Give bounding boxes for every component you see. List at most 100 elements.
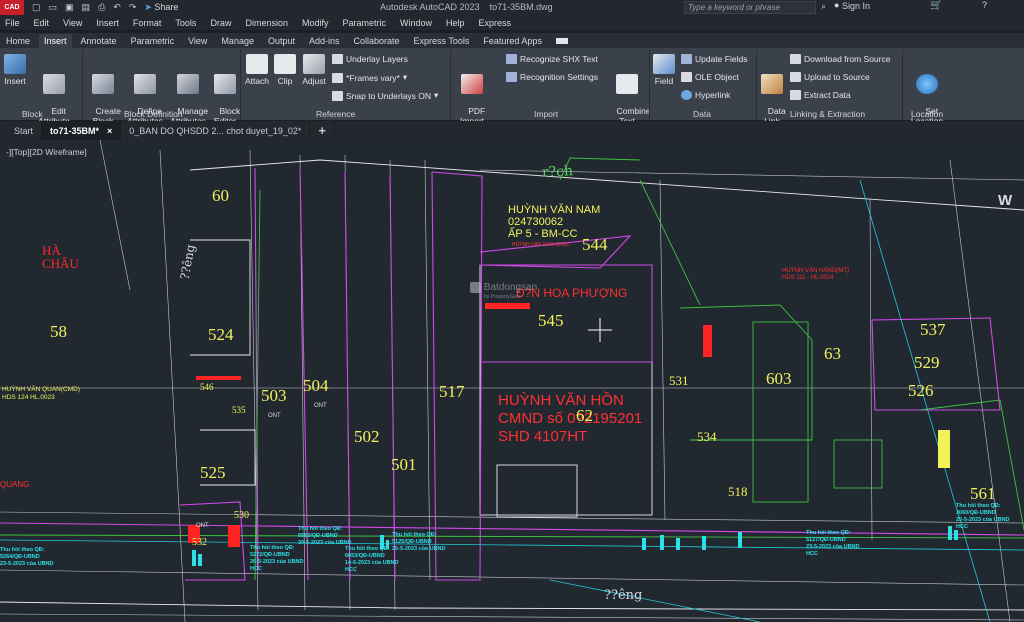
lot-number: 561 bbox=[970, 484, 996, 503]
ribbon-panel: Insert Edit Attribute Create Block Defin… bbox=[0, 48, 1024, 126]
menu-view[interactable]: View bbox=[63, 18, 82, 28]
lot-number: 62 bbox=[576, 406, 593, 425]
attach-icon bbox=[246, 54, 268, 74]
extract-data-button[interactable]: Extract Data bbox=[790, 90, 851, 100]
tab-insert[interactable]: Insert bbox=[39, 33, 72, 48]
print-icon[interactable]: ⎙ bbox=[98, 2, 105, 13]
lot-number: 501 bbox=[391, 455, 417, 474]
combine-text-icon bbox=[616, 74, 638, 94]
extract-data-icon bbox=[790, 90, 801, 100]
lot-number: 532 bbox=[192, 537, 207, 548]
ole-object-button[interactable]: OLE Object bbox=[681, 72, 739, 82]
tab-manage[interactable]: Manage bbox=[221, 36, 254, 46]
tab-start[interactable]: Start bbox=[0, 121, 43, 140]
upload-to-source-button[interactable]: Upload to Source bbox=[790, 72, 870, 82]
user-icon[interactable]: ● bbox=[834, 0, 839, 10]
drawing-canvas[interactable]: -][Top][2D Wireframe] r?ch ??êng ??êng H… bbox=[0, 140, 1024, 622]
download-from-source-button[interactable]: Download from Source bbox=[790, 54, 890, 64]
close-icon[interactable]: × bbox=[107, 126, 112, 136]
search-icon[interactable]: ⌕ bbox=[821, 1, 826, 12]
tab-parametric[interactable]: Parametric bbox=[131, 36, 175, 46]
snap-to-underlays-dropdown[interactable]: Snap to Underlays ON ▾ bbox=[332, 90, 438, 101]
search-input[interactable]: Type a keyword or phrase bbox=[684, 1, 816, 14]
window-title: Autodesk AutoCAD 2023 to71-35BM.dwg bbox=[380, 2, 553, 12]
chevron-down-icon: ▾ bbox=[434, 90, 439, 100]
recognize-shx-text-button[interactable]: Recognize SHX Text bbox=[506, 54, 598, 64]
menu-help[interactable]: Help bbox=[446, 18, 465, 28]
frames-vary-dropdown[interactable]: *Frames vary* ▾ bbox=[332, 72, 407, 83]
panel-label-linking: Linking & Extraction bbox=[790, 109, 866, 119]
panel-label-block[interactable]: Block bbox=[22, 109, 43, 119]
tab-drawing-2[interactable]: 0_BAN DO QHSDD 2... chot duyet_19_02* bbox=[121, 121, 311, 140]
undo-icon[interactable]: ↶ bbox=[113, 2, 121, 13]
menu-tools[interactable]: Tools bbox=[175, 18, 196, 28]
frames-icon bbox=[332, 72, 343, 83]
create-block-icon bbox=[92, 74, 114, 94]
new-icon[interactable]: ▢ bbox=[32, 2, 41, 13]
help-icon[interactable]: ? bbox=[982, 0, 987, 10]
open-icon[interactable]: ▭ bbox=[49, 2, 58, 13]
panel-separator bbox=[902, 50, 903, 120]
new-tab-button[interactable]: + bbox=[310, 121, 335, 140]
menu-express[interactable]: Express bbox=[479, 18, 512, 28]
panel-label-block-definition[interactable]: Block Definition bbox=[124, 109, 183, 119]
recognition-settings-button[interactable]: Recognition Settings bbox=[506, 72, 598, 82]
globe-icon bbox=[916, 74, 938, 94]
field-button[interactable]: Field bbox=[652, 54, 676, 86]
insert-button[interactable]: Insert bbox=[2, 54, 28, 86]
download-icon bbox=[790, 54, 801, 64]
menu-format[interactable]: Format bbox=[133, 18, 162, 28]
sign-in-button[interactable]: Sign In bbox=[842, 1, 870, 11]
underlay-layers-button[interactable]: Underlay Layers bbox=[332, 54, 408, 64]
tab-express-tools[interactable]: Express Tools bbox=[414, 36, 470, 46]
menu-bar: File Edit View Insert Format Tools Draw … bbox=[0, 15, 1024, 30]
lot-number: 535 bbox=[232, 405, 246, 415]
menu-dimension[interactable]: Dimension bbox=[245, 18, 288, 28]
panel-separator bbox=[450, 50, 451, 120]
app-title: Autodesk AutoCAD 2023 bbox=[380, 2, 480, 12]
attach-button[interactable]: Attach bbox=[243, 54, 271, 86]
tab-output[interactable]: Output bbox=[268, 36, 295, 46]
adjust-button[interactable]: Adjust bbox=[299, 54, 329, 86]
manage-attributes-icon bbox=[177, 74, 199, 94]
tab-collaborate[interactable]: Collaborate bbox=[354, 36, 400, 46]
cart-icon[interactable]: 🛒 bbox=[930, 0, 942, 11]
snap-icon bbox=[332, 90, 343, 101]
tab-drawing-active[interactable]: to71-35BM* × bbox=[42, 121, 122, 140]
lot-number: 603 bbox=[766, 369, 792, 388]
lot-number: 531 bbox=[669, 373, 689, 388]
share-button[interactable]: ➤ Share bbox=[144, 2, 178, 13]
menu-window[interactable]: Window bbox=[400, 18, 432, 28]
menu-insert[interactable]: Insert bbox=[96, 18, 119, 28]
redo-icon[interactable]: ↷ bbox=[129, 2, 137, 13]
save-as-icon[interactable]: ▤ bbox=[82, 2, 91, 13]
hyperlink-button[interactable]: Hyperlink bbox=[681, 90, 730, 100]
chevron-down-icon: ▾ bbox=[402, 72, 408, 82]
file-tabs-bar: Start to71-35BM* × 0_BAN DO QHSDD 2... c… bbox=[0, 121, 1024, 140]
update-fields-button[interactable]: Update Fields bbox=[681, 54, 747, 64]
panel-label-reference[interactable]: Reference bbox=[316, 109, 355, 119]
lot-number: 518 bbox=[728, 484, 748, 499]
lot-number: 502 bbox=[354, 427, 380, 446]
menu-edit[interactable]: Edit bbox=[34, 18, 50, 28]
tab-home[interactable]: Home bbox=[6, 36, 30, 46]
viewcube-compass[interactable]: W bbox=[998, 192, 1012, 209]
save-icon[interactable]: ▣ bbox=[65, 2, 74, 13]
panel-label-data: Data bbox=[693, 109, 711, 119]
tab-add-ins[interactable]: Add-ins bbox=[309, 36, 340, 46]
lot-number: 503 bbox=[261, 386, 287, 405]
menu-file[interactable]: File bbox=[5, 18, 20, 28]
panel-separator bbox=[240, 50, 241, 120]
autocad-logo[interactable]: CAD bbox=[0, 0, 24, 15]
menu-modify[interactable]: Modify bbox=[302, 18, 329, 28]
adjust-icon bbox=[303, 54, 325, 74]
tab-featured-apps[interactable]: Featured Apps bbox=[483, 36, 542, 46]
menu-parametric[interactable]: Parametric bbox=[343, 18, 387, 28]
clip-button[interactable]: Clip bbox=[273, 54, 297, 86]
ribbon-toggle-icon[interactable] bbox=[555, 37, 568, 44]
upload-icon bbox=[790, 72, 801, 82]
tab-annotate[interactable]: Annotate bbox=[81, 36, 117, 46]
menu-draw[interactable]: Draw bbox=[210, 18, 231, 28]
tab-view[interactable]: View bbox=[188, 36, 207, 46]
lot-number: 517 bbox=[439, 382, 465, 401]
